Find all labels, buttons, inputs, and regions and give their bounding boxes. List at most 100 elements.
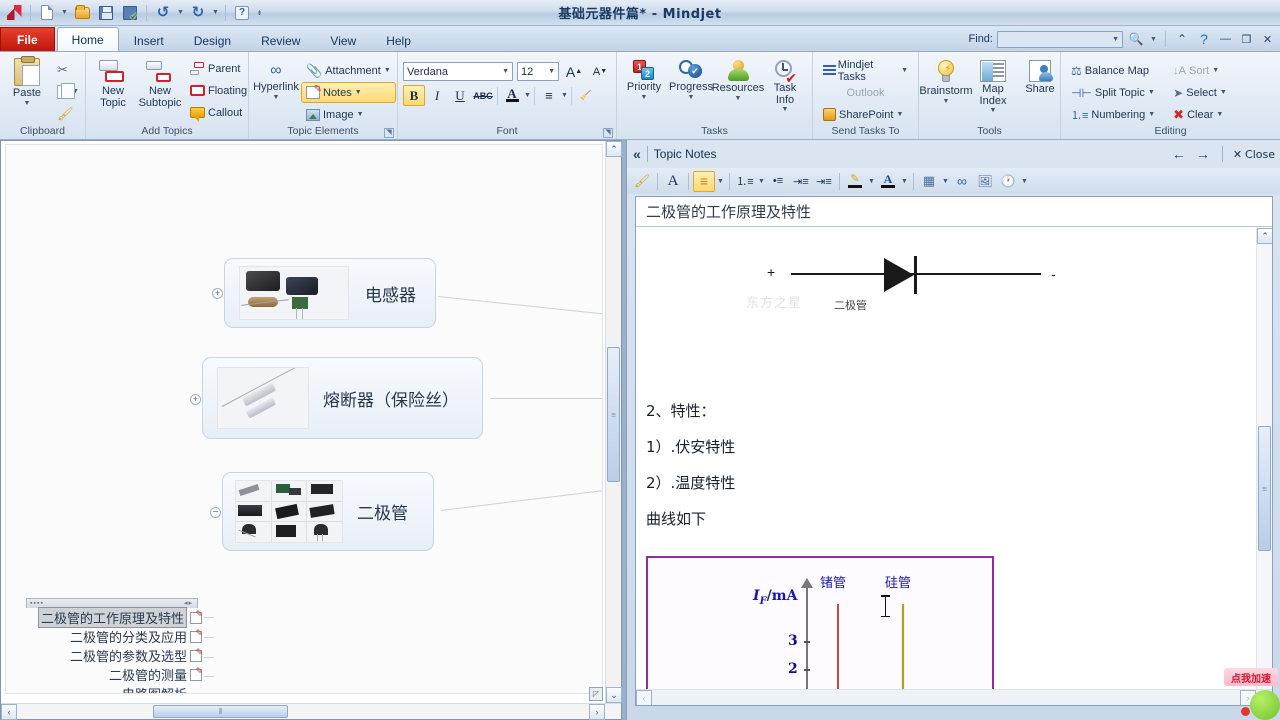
expand-fuse-button[interactable]: + — [190, 394, 201, 405]
tab-file[interactable]: File — [0, 27, 55, 51]
chevron-down-icon[interactable]: ▼ — [1216, 111, 1223, 118]
cut-button[interactable]: ✂ — [52, 59, 84, 80]
chevron-down-icon[interactable]: ▼ — [1148, 89, 1155, 96]
font-color-button[interactable]: A — [501, 85, 523, 106]
tab-review[interactable]: Review — [246, 29, 315, 51]
chevron-down-icon[interactable]: ▼ — [901, 67, 908, 74]
chevron-down-icon[interactable]: ▼ — [357, 111, 364, 118]
chevron-down-icon[interactable]: ▼ — [900, 178, 909, 185]
redo-arrow-icon[interactable]: ↻ — [187, 2, 209, 23]
bold-button[interactable]: B — [403, 85, 425, 106]
chevron-down-icon[interactable]: ▼ — [211, 9, 220, 16]
subtopic-parameters[interactable]: 二极管的参数及选型 — [26, 646, 203, 666]
chevron-down-icon[interactable]: ▼ — [273, 94, 280, 101]
topic-diode[interactable]: 二极管 — [222, 472, 434, 551]
insert-datetime-icon[interactable]: 🕐 — [997, 171, 1019, 192]
italic-button[interactable]: I — [426, 85, 448, 106]
topic-fuse[interactable]: 熔断器（保险丝） — [202, 357, 483, 439]
chevron-down-icon[interactable]: ▼ — [176, 9, 185, 16]
insert-table-icon[interactable]: ▦ — [918, 171, 940, 192]
attachment-button[interactable]: 📎 Attachment ▼ — [301, 60, 396, 81]
align-button[interactable]: ≡ — [538, 85, 560, 106]
document-icon[interactable] — [36, 2, 58, 23]
find-input[interactable]: ▼ — [997, 30, 1123, 48]
double-chevron-left-icon[interactable]: « — [633, 146, 641, 162]
grow-font-button[interactable]: A ▲ — [563, 61, 585, 82]
insert-image-icon[interactable]: 🖼 — [974, 171, 996, 192]
font-name-combobox[interactable]: Verdana ▼ — [403, 62, 513, 81]
promo-pin-icon[interactable] — [1241, 707, 1250, 716]
balance-map-button[interactable]: ⚖ Balance Map — [1066, 60, 1160, 81]
chevron-down-icon[interactable]: ▼ — [1112, 36, 1119, 43]
scrollbar-thumb[interactable]: ⦀ — [153, 705, 288, 718]
brainstorm-button[interactable]: ⚡ Brainstorm ▼ — [919, 57, 973, 108]
scrollbar-thumb[interactable]: ≡ — [607, 347, 620, 482]
select-button[interactable]: ➤ Select ▼ — [1168, 82, 1232, 103]
mindjet-logo-icon[interactable] — [3, 2, 25, 23]
split-topic-button[interactable]: ⊣⊢ Split Topic ▼ — [1066, 82, 1160, 103]
paste-button[interactable]: Paste ▼ — [5, 55, 49, 110]
task-info-button[interactable]: ✔ Task Info ▼ — [763, 57, 807, 116]
chevron-down-icon[interactable]: ▼ — [1020, 178, 1029, 185]
subtopic-working-principle[interactable]: 二极管的工作原理及特性 — [26, 607, 203, 628]
scroll-left-icon[interactable]: ‹ — [636, 690, 652, 705]
bulleted-list-icon[interactable]: •≡ — [767, 171, 789, 192]
callout-button[interactable]: Callout — [185, 102, 252, 123]
scroll-down-icon[interactable]: ⌄ — [606, 687, 622, 703]
font-size-combobox[interactable]: 12 ▼ — [517, 62, 559, 81]
scrollbar-thumb[interactable]: ≡ — [1258, 426, 1271, 551]
decrease-indent-icon[interactable]: ⇥≡ — [790, 171, 812, 192]
tab-help[interactable]: Help — [371, 29, 426, 51]
scroll-right-icon[interactable]: › — [589, 704, 605, 720]
resize-grip-icon[interactable]: ◸ — [589, 687, 603, 701]
minimize-button[interactable]: — — [1217, 32, 1234, 47]
insert-hyperlink-icon[interactable]: ∞ — [951, 171, 973, 192]
tab-design[interactable]: Design — [179, 29, 246, 51]
map-vertical-scrollbar[interactable]: ⌃ ≡ ⌄ — [605, 141, 622, 719]
close-notes-button[interactable]: ✕ Close — [1233, 148, 1275, 161]
chevron-down-icon[interactable]: ▼ — [548, 68, 555, 75]
notes-document-body[interactable]: 东方之星 + - 二极管 2、特性： 1）.伏安特性 2）.温度特性 曲线如下 — [636, 228, 1256, 689]
numbered-list-icon[interactable]: ⒈≡ — [734, 171, 756, 192]
scroll-up-icon[interactable]: ⌃ — [1257, 228, 1272, 244]
numbering-button[interactable]: ⒈≡ Numbering ▼ — [1066, 104, 1160, 125]
chevron-down-icon[interactable]: ▼ — [688, 94, 695, 101]
hyperlink-button[interactable]: ∞ Hyperlink ▼ — [253, 59, 299, 104]
font-dialog-icon[interactable]: A — [662, 171, 684, 192]
notes-icon[interactable] — [190, 666, 203, 681]
chevron-down-icon[interactable]: ▼ — [943, 98, 950, 105]
chevron-down-icon[interactable]: ▼ — [524, 92, 531, 99]
map-horizontal-scrollbar[interactable]: ‹ ⦀ › — [1, 703, 621, 720]
increase-indent-icon[interactable]: ⇥≡ — [813, 171, 835, 192]
save-icon[interactable] — [95, 2, 117, 23]
clear-button[interactable]: ✖ Clear ▼ — [1168, 104, 1232, 125]
chevron-down-icon[interactable]: ▼ — [355, 89, 362, 96]
scroll-left-icon[interactable]: ‹ — [1, 704, 17, 720]
new-subtopic-button[interactable]: New Subtopic — [138, 57, 182, 112]
chevron-up-icon[interactable]: ⌃ — [1173, 30, 1191, 48]
chevron-down-icon[interactable]: ▼ — [384, 67, 391, 74]
dialog-launcher-icon[interactable]: ◥ — [384, 128, 394, 138]
help-circle-icon[interactable]: ? — [1195, 30, 1213, 48]
notes-icon[interactable] — [190, 609, 203, 624]
tab-home[interactable]: Home — [56, 27, 119, 51]
chevron-down-icon[interactable]: ▼ — [867, 178, 876, 185]
chevron-down-icon[interactable]: ▼ — [1148, 111, 1155, 118]
notes-horizontal-scrollbar[interactable]: ‹ › — [636, 689, 1272, 705]
chevron-down-icon[interactable]: ▼ — [60, 9, 69, 16]
notes-icon[interactable] — [190, 647, 203, 662]
format-painter-icon[interactable]: 🖌 — [631, 171, 653, 192]
chevron-down-icon[interactable]: ▼ — [716, 178, 725, 185]
collapse-diode-button[interactable]: − — [210, 507, 221, 518]
chevron-down-icon[interactable]: ▼ — [782, 106, 789, 113]
parent-topic-button[interactable]: Parent — [185, 58, 252, 79]
align-left-icon[interactable]: ≡ — [693, 170, 715, 192]
progress-button[interactable]: ✔ Progress ▼ — [669, 57, 713, 104]
notes-vertical-scrollbar[interactable]: ⌃ ≡ — [1256, 228, 1272, 689]
new-topic-button[interactable]: New Topic — [91, 57, 135, 112]
chevron-down-icon[interactable]: ▼ — [24, 100, 31, 107]
image-button[interactable]: Image ▼ — [301, 104, 396, 125]
arrow-left-icon[interactable]: ← — [1170, 146, 1188, 162]
binoculars-icon[interactable]: 🔍 — [1127, 30, 1145, 48]
folder-open-icon[interactable] — [71, 2, 93, 23]
